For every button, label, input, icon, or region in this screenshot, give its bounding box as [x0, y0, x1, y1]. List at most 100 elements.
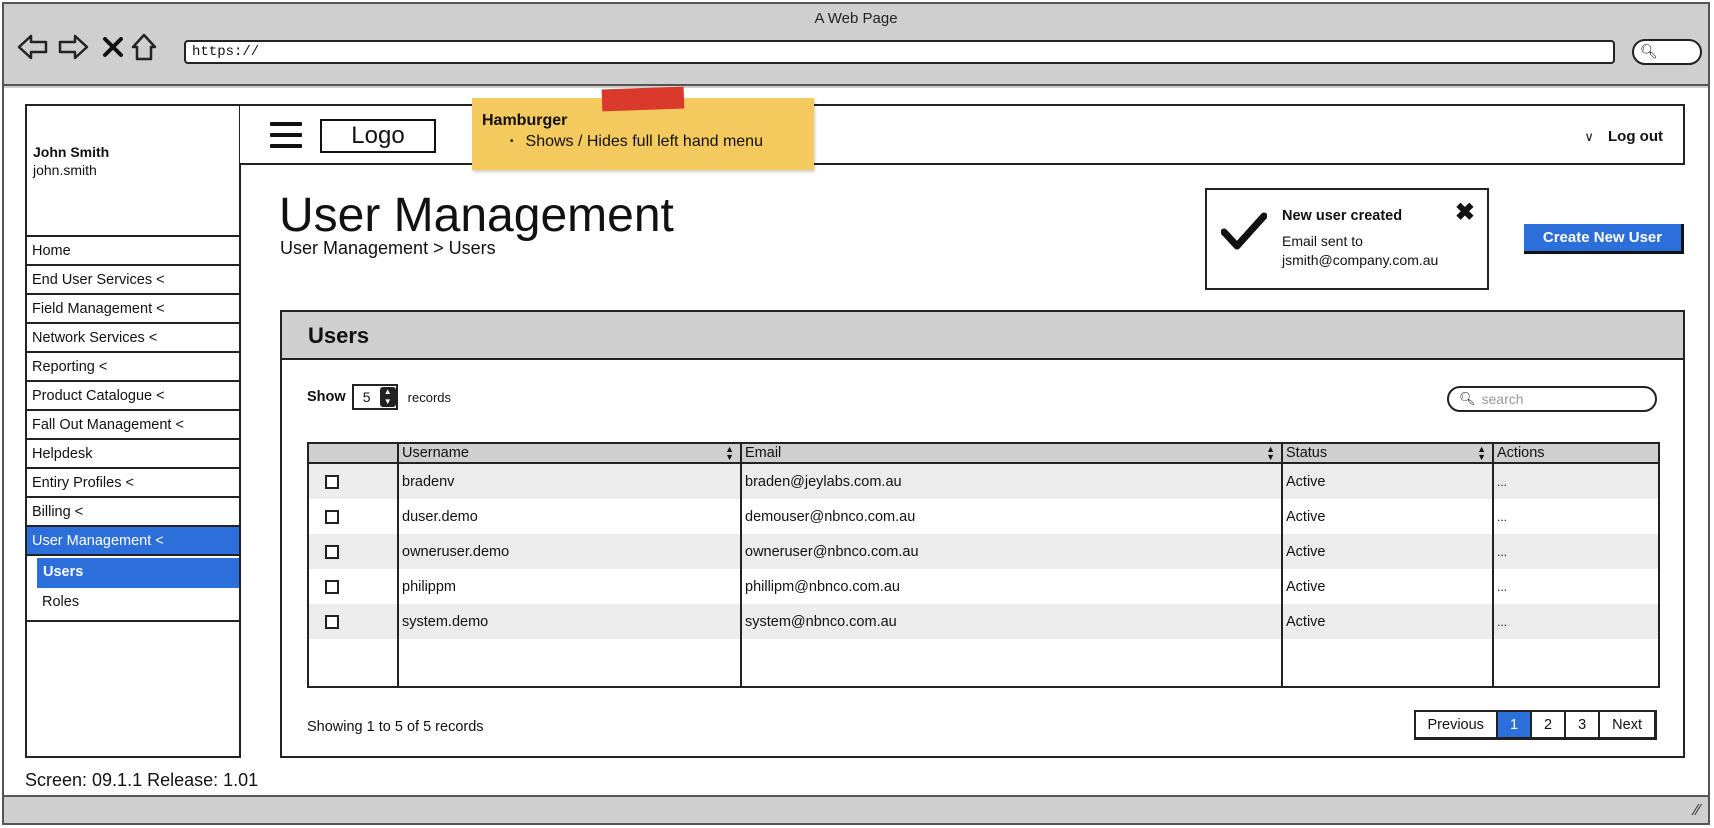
arrow-left-icon[interactable]: [16, 30, 50, 64]
table-row: bradenv braden@jeylabs.com.au Active ...: [309, 464, 1658, 499]
table-row-empty: [309, 639, 1658, 687]
sidebar-item-entiry-profiles[interactable]: Entiry Profiles <: [27, 469, 239, 498]
row-actions[interactable]: ...: [1494, 604, 1658, 639]
search-placeholder: search: [1481, 391, 1524, 407]
pager-next[interactable]: Next: [1600, 712, 1654, 737]
records-summary: Showing 1 to 5 of 5 records: [307, 719, 484, 735]
sidebar-subitem-roles[interactable]: Roles: [27, 588, 239, 618]
row-actions[interactable]: ...: [1494, 464, 1658, 499]
empty-cell: [1494, 639, 1658, 687]
sticky-note-body: • Shows / Hides full left hand menu: [510, 133, 763, 150]
cell-email: demouser@nbnco.com.au: [742, 499, 1283, 534]
table-row: philippm phillipm@nbnco.com.au Active ..…: [309, 569, 1658, 604]
cell-username: duser.demo: [399, 499, 742, 534]
header-username-label: Username: [402, 445, 469, 461]
header-username[interactable]: Username ▲ ▼: [399, 444, 742, 462]
sidebar-item-end-user-services[interactable]: End User Services <: [27, 266, 239, 295]
row-checkbox[interactable]: [325, 474, 339, 489]
cell-status: Active: [1283, 499, 1494, 534]
sidebar-submenu: Users Roles: [27, 558, 239, 622]
cell-status: Active: [1283, 604, 1494, 639]
cell-status: Active: [1283, 464, 1494, 499]
browser-window: A Web Page https:// 🔍︎ John Smith john.s…: [2, 2, 1710, 825]
records-label: records: [407, 389, 452, 405]
table-row: owneruser.demo owneruser@nbnco.com.au Ac…: [309, 534, 1658, 569]
sidebar: John Smith john.smith Home End User Serv…: [25, 104, 241, 758]
arrow-right-icon[interactable]: [56, 30, 90, 64]
sort-icon[interactable]: ▲ ▼: [725, 445, 734, 462]
search-icon: 🔍︎: [1640, 43, 1658, 59]
sticky-note: Hamburger • Shows / Hides full left hand …: [472, 86, 814, 170]
cell-email: braden@jeylabs.com.au: [742, 464, 1283, 499]
header-email-label: Email: [745, 445, 782, 461]
page-size-control: Show 5 ▲ ▼ records: [307, 384, 451, 410]
page-viewport: John Smith john.smith Home End User Serv…: [4, 86, 1708, 799]
sidebar-item-fall-out-management[interactable]: Fall Out Management <: [27, 411, 239, 440]
browser-search[interactable]: 🔍︎: [1632, 39, 1702, 65]
row-checkbox[interactable]: [325, 509, 339, 524]
show-label: Show: [307, 389, 346, 405]
checkmark-icon: [1220, 212, 1268, 261]
header-email[interactable]: Email ▲ ▼: [742, 444, 1283, 462]
sidebar-item-reporting[interactable]: Reporting <: [27, 353, 239, 382]
header-status[interactable]: Status ▲ ▼: [1283, 444, 1494, 462]
sticky-note-title: Hamburger: [482, 112, 568, 129]
toast-title: New user created: [1282, 208, 1403, 224]
url-bar[interactable]: https://: [184, 40, 1615, 64]
cell-username: owneruser.demo: [399, 534, 742, 569]
row-checkbox[interactable]: [325, 614, 339, 629]
stepper-arrows-icon[interactable]: ▲ ▼: [379, 387, 396, 407]
sticky-note-text: Shows / Hides full left hand menu: [525, 133, 763, 150]
row-actions[interactable]: ...: [1494, 499, 1658, 534]
create-new-user-button[interactable]: Create New User: [1524, 224, 1684, 254]
cell-email: owneruser@nbnco.com.au: [742, 534, 1283, 569]
screen-release-info: Screen: 09.1.1 Release: 1.01: [25, 770, 259, 790]
sidebar-subitem-users[interactable]: Users: [37, 558, 239, 588]
page-title: User Management: [279, 189, 674, 242]
row-actions[interactable]: ...: [1494, 534, 1658, 569]
chevron-down-icon: ∨: [1584, 129, 1594, 144]
pagination: Previous 1 2 3 Next: [1413, 710, 1657, 740]
users-panel: Users Show 5 ▲ ▼ records 🔍︎ search Userna…: [280, 310, 1685, 758]
users-table: Username ▲ ▼ Email ▲ ▼ Status ▲ ▼ Actions: [307, 442, 1660, 688]
cell-email: system@nbnco.com.au: [742, 604, 1283, 639]
pager-page-2[interactable]: 2: [1532, 712, 1567, 737]
sidebar-item-product-catalogue[interactable]: Product Catalogue <: [27, 382, 239, 411]
sort-icon[interactable]: ▲ ▼: [1266, 445, 1275, 462]
row-checkbox[interactable]: [325, 544, 339, 559]
row-checkbox[interactable]: [325, 579, 339, 594]
close-icon[interactable]: ✖: [1455, 198, 1475, 227]
row-actions[interactable]: ...: [1494, 569, 1658, 604]
logo[interactable]: Logo: [320, 119, 436, 153]
header-status-label: Status: [1286, 445, 1328, 461]
user-name: John Smith: [33, 144, 110, 160]
table-search-input[interactable]: 🔍︎ search: [1447, 386, 1657, 412]
page-size-stepper[interactable]: 5 ▲ ▼: [351, 384, 398, 410]
close-icon[interactable]: [96, 30, 130, 64]
breadcrumb[interactable]: User Management > Users: [280, 238, 496, 259]
empty-cell: [399, 639, 742, 687]
pager-page-1[interactable]: 1: [1497, 712, 1533, 737]
sidebar-item-network-services[interactable]: Network Services <: [27, 324, 239, 353]
sidebar-item-field-management[interactable]: Field Management <: [27, 295, 239, 324]
home-icon[interactable]: [127, 30, 161, 64]
pager-page-3[interactable]: 3: [1566, 712, 1601, 737]
sort-icon[interactable]: ▲ ▼: [1477, 445, 1486, 462]
sidebar-item-user-management[interactable]: User Management <: [27, 527, 239, 556]
pager-previous[interactable]: Previous: [1416, 712, 1498, 737]
sidebar-item-billing[interactable]: Billing <: [27, 498, 239, 527]
sidebar-item-home[interactable]: Home: [27, 237, 239, 266]
logout-link[interactable]: ∨ Log out: [1584, 128, 1663, 145]
resize-grip-icon[interactable]: ∕∕: [1695, 802, 1700, 820]
user-login: john.smith: [33, 162, 97, 178]
empty-cell: [309, 639, 399, 687]
sidebar-item-helpdesk[interactable]: Helpdesk: [27, 440, 239, 469]
hamburger-menu-icon[interactable]: [270, 122, 302, 150]
empty-cell: [742, 639, 1283, 687]
table-row: system.demo system@nbnco.com.au Active .…: [309, 604, 1658, 639]
cell-status: Active: [1283, 534, 1494, 569]
browser-title: A Web Page: [814, 10, 898, 27]
logout-label: Log out: [1608, 128, 1663, 145]
cell-username: system.demo: [399, 604, 742, 639]
cell-username: bradenv: [399, 464, 742, 499]
